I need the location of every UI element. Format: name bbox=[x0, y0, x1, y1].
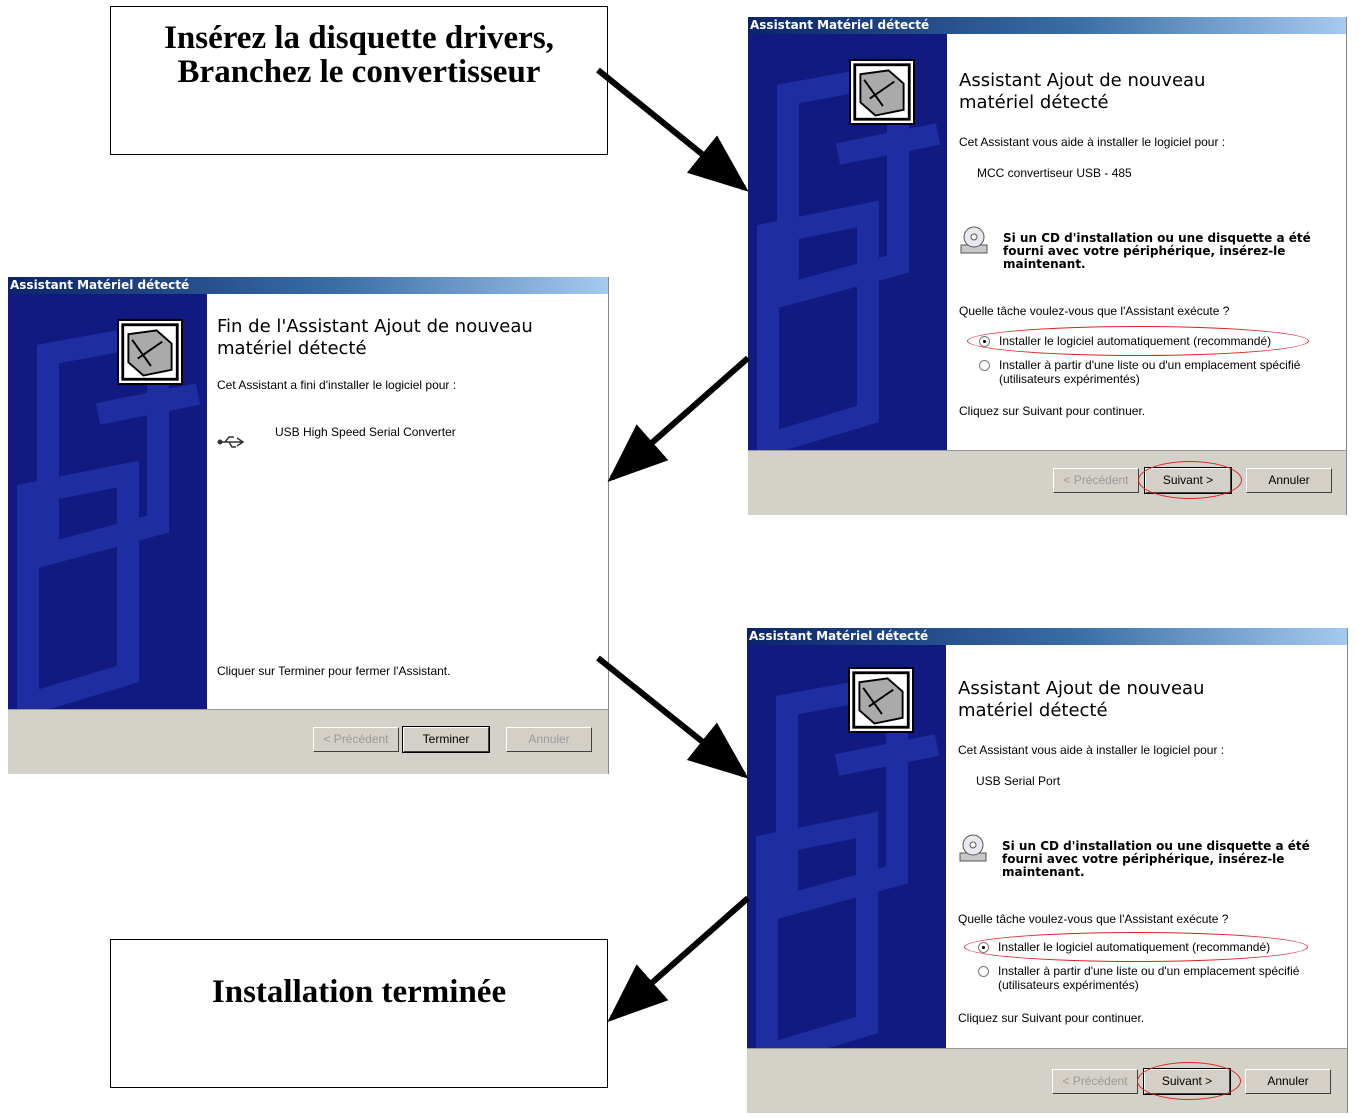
dialog-heading: Fin de l'Assistant Ajout de nouveau maté… bbox=[217, 316, 533, 360]
note-line-2: Branchez le convertisseur bbox=[177, 54, 541, 90]
heading-line-1: Assistant Ajout de nouveau bbox=[959, 70, 1206, 91]
intro-text: Cet Assistant a fini d'installer le logi… bbox=[217, 378, 457, 392]
heading-line-1: Assistant Ajout de nouveau bbox=[958, 678, 1205, 699]
dialog-heading: Assistant Ajout de nouveau matériel déte… bbox=[958, 678, 1204, 722]
arrow-icon bbox=[596, 655, 749, 779]
previous-button[interactable]: < Précédent bbox=[313, 727, 399, 752]
wizard-dialog-finish: Assistant Matériel détecté Fin de l'Assi… bbox=[8, 277, 609, 774]
intro-text: Cet Assistant vous aide à installer le l… bbox=[959, 135, 1226, 149]
finish-button[interactable]: Terminer bbox=[402, 726, 490, 753]
cd-drive-icon bbox=[959, 834, 987, 862]
instruction-note-bottom: Installation terminée bbox=[110, 939, 608, 1088]
highlight-ring-next bbox=[1137, 1062, 1241, 1100]
wizard-content: Assistant Ajout de nouveau matériel déte… bbox=[848, 645, 1347, 1049]
option-manual-label-2: (utilisateurs expérimentés) bbox=[998, 978, 1139, 992]
previous-button[interactable]: < Précédent bbox=[1053, 468, 1139, 493]
heading-line-1: Fin de l'Assistant Ajout de nouveau bbox=[217, 316, 533, 337]
highlight-ring-auto bbox=[964, 932, 1308, 962]
heading-line-2: matériel détecté bbox=[958, 700, 1108, 721]
arrow-icon bbox=[607, 355, 750, 482]
radio-manual-install[interactable] bbox=[979, 360, 990, 371]
wizard-side-art bbox=[757, 60, 941, 451]
wizard-dialog-step2: Assistant Matériel détecté Assistant Ajo… bbox=[747, 628, 1348, 1113]
dialog-title-bar[interactable]: Assistant Matériel détecté bbox=[747, 628, 1347, 645]
device-name: USB High Speed Serial Converter bbox=[275, 425, 456, 439]
wizard-footer: < Précédent Suivant > Annuler bbox=[747, 1048, 1347, 1113]
cd-notice: Si un CD d'installation ou une disquette… bbox=[1002, 839, 1310, 879]
highlight-ring-auto bbox=[967, 326, 1309, 356]
wizard-footer: < Précédent Terminer Annuler bbox=[8, 709, 608, 774]
option-manual-label-2: (utilisateurs expérimentés) bbox=[999, 372, 1140, 386]
intro-text: Cet Assistant vous aide à installer le l… bbox=[958, 743, 1225, 757]
wizard-content: Fin de l'Assistant Ajout de nouveau maté… bbox=[117, 294, 608, 710]
cancel-button[interactable]: Annuler bbox=[1246, 468, 1332, 493]
note-completed: Installation terminée bbox=[211, 974, 507, 1010]
task-question: Quelle tâche voulez-vous que l'Assistant… bbox=[958, 912, 1229, 926]
option-manual-label-1[interactable]: Installer à partir d'une liste ou d'un e… bbox=[999, 358, 1300, 372]
usb-icon bbox=[217, 436, 245, 448]
wizard-footer: < Précédent Suivant > Annuler bbox=[748, 450, 1346, 515]
task-question: Quelle tâche voulez-vous que l'Assistant… bbox=[959, 304, 1230, 318]
instruction-note-top: Insérez la disquette drivers, Branchez l… bbox=[110, 6, 608, 155]
cd-drive-icon bbox=[960, 226, 988, 254]
heading-line-2: matériel détecté bbox=[217, 338, 367, 359]
wizard-content: Assistant Ajout de nouveau matériel déte… bbox=[849, 34, 1346, 451]
wizard-side-art bbox=[756, 671, 940, 1049]
dialog-title-bar[interactable]: Assistant Matériel détecté bbox=[8, 277, 608, 294]
note-line-1: Insérez la disquette drivers, bbox=[164, 20, 554, 56]
cancel-button[interactable]: Annuler bbox=[1245, 1069, 1331, 1094]
hardware-wizard-icon bbox=[849, 59, 915, 125]
arrow-icon bbox=[596, 67, 749, 192]
cd-notice: Si un CD d'installation ou une disquette… bbox=[1003, 231, 1311, 271]
wizard-side-panel bbox=[748, 34, 947, 451]
device-name: MCC convertiseur USB - 485 bbox=[977, 166, 1132, 180]
hardware-wizard-icon bbox=[848, 667, 914, 733]
radio-manual-install[interactable] bbox=[978, 966, 989, 977]
highlight-ring-next bbox=[1138, 461, 1242, 499]
continue-hint: Cliquez sur Suivant pour continuer. bbox=[958, 1011, 1145, 1025]
finish-hint: Cliquer sur Terminer pour fermer l'Assis… bbox=[217, 664, 451, 678]
dialog-title-bar[interactable]: Assistant Matériel détecté bbox=[748, 17, 1346, 34]
previous-button[interactable]: < Précédent bbox=[1052, 1069, 1138, 1094]
option-manual-label-1[interactable]: Installer à partir d'une liste ou d'un e… bbox=[998, 964, 1299, 978]
arrow-icon bbox=[607, 895, 750, 1022]
device-name: USB Serial Port bbox=[976, 774, 1061, 788]
hardware-wizard-icon bbox=[117, 319, 183, 385]
wizard-side-panel bbox=[747, 645, 946, 1049]
cancel-button[interactable]: Annuler bbox=[506, 727, 592, 752]
heading-line-2: matériel détecté bbox=[959, 92, 1109, 113]
dialog-heading: Assistant Ajout de nouveau matériel déte… bbox=[959, 70, 1205, 114]
continue-hint: Cliquez sur Suivant pour continuer. bbox=[959, 404, 1146, 418]
wizard-dialog-step1: Assistant Matériel détecté Assistant Ajo… bbox=[748, 17, 1347, 515]
